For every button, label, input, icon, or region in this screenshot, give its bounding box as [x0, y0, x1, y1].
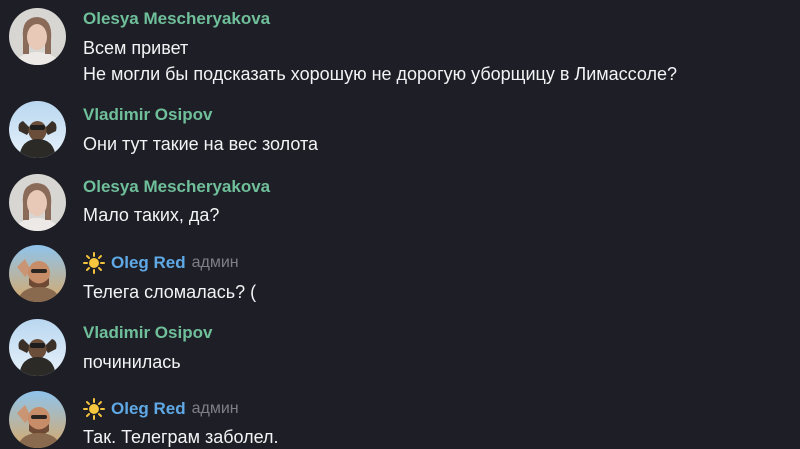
avatar-oleg[interactable]: [9, 391, 66, 448]
sender-line: Oleg Red админ: [83, 252, 239, 274]
chat-history[interactable]: Olesya Mescheryakova Всем привет Не могл…: [0, 0, 800, 448]
sun-icon: [83, 252, 105, 274]
message-text: Они тут такие на вес золота: [83, 134, 319, 154]
sender-line: Olesya Mescheryakova: [83, 9, 270, 29]
avatar-vladimir[interactable]: [9, 319, 66, 376]
sender-line: Oleg Red админ: [83, 398, 239, 420]
sender-name[interactable]: Oleg Red: [111, 253, 186, 273]
message-text: Телега сломалась? (: [83, 282, 257, 302]
avatar-olesya[interactable]: [9, 8, 66, 65]
message-text: Мало таких, да?: [83, 205, 220, 225]
admin-badge: админ: [191, 400, 239, 417]
sender-line: Olesya Mescheryakova: [83, 177, 270, 197]
admin-badge: админ: [191, 254, 239, 271]
sender-name[interactable]: Olesya Mescheryakova: [83, 9, 270, 29]
sender-name[interactable]: Vladimir Osipov: [83, 105, 212, 125]
avatar-vladimir[interactable]: [9, 101, 66, 158]
message-text: починилась: [83, 352, 181, 372]
avatar-oleg[interactable]: [9, 245, 66, 302]
sender-name[interactable]: Olesya Mescheryakova: [83, 177, 270, 197]
sender-name[interactable]: Vladimir Osipov: [83, 323, 212, 343]
avatar-olesya[interactable]: [9, 174, 66, 231]
sender-line: Vladimir Osipov: [83, 105, 212, 125]
message-text: Так. Телеграм заболел.: [83, 427, 279, 447]
sun-icon: [83, 398, 105, 420]
sender-line: Vladimir Osipov: [83, 323, 212, 343]
message-text: Не могли бы подсказать хорошую не дорогу…: [83, 64, 677, 84]
sender-name[interactable]: Oleg Red: [111, 399, 186, 419]
message-text: Всем привет: [83, 38, 189, 58]
